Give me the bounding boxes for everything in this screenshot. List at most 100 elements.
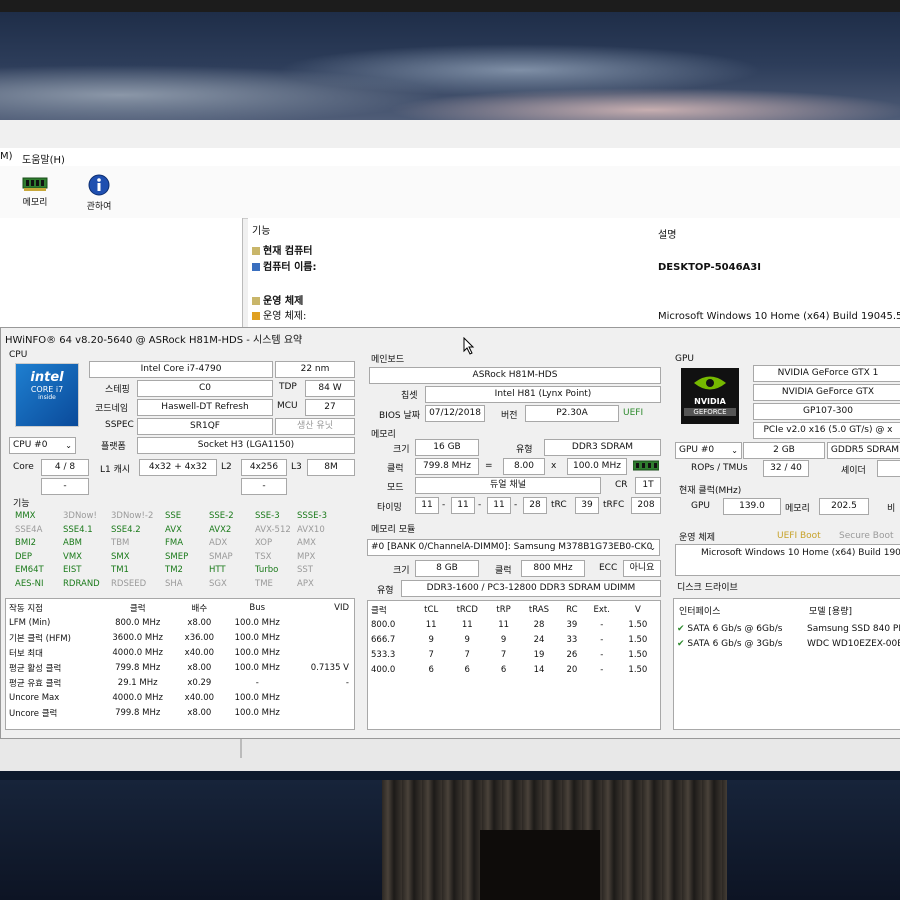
- table-row[interactable]: 666.7 9 9 9 24 33 - 1.50: [369, 632, 657, 647]
- table-row[interactable]: 533.3 7 7 7 19 26 - 1.50: [369, 647, 657, 662]
- gpu-select[interactable]: GPU #0 ⌄: [675, 442, 742, 459]
- table-row[interactable]: 평균 활성 클럭 799.8 MHz x8.00 100.0 MHz 0.7135 V: [7, 660, 351, 675]
- bios-date-label: BIOS 날짜: [379, 411, 421, 421]
- table-header-cell[interactable]: Bus: [223, 600, 292, 615]
- timing-tras: 28: [523, 497, 547, 514]
- cpu-feature-flag: ADX: [209, 538, 228, 548]
- gpu-vram-type: GDDR5 SDRAM: [827, 442, 900, 459]
- disk-table-frame: [673, 598, 900, 730]
- tree-item-os[interactable]: 운영 체제: [252, 292, 303, 307]
- l2-label: L2: [221, 462, 232, 472]
- l3-label: L3: [291, 462, 302, 472]
- table-header-row: 작동 지점 클럭 배수 Bus VID: [7, 600, 351, 615]
- table-cell: 28: [533, 619, 545, 630]
- nvidia-geforce-logo: NVIDIA GEFORCE: [681, 368, 739, 424]
- table-header-cell[interactable]: tCL: [416, 602, 446, 617]
- l1-value: 4x32 + 4x32: [139, 459, 217, 476]
- table-header-cell[interactable]: 클럭: [369, 602, 416, 617]
- disk-col-interface: 인터페이스: [679, 607, 721, 617]
- table-header-cell[interactable]: Ext.: [585, 602, 619, 617]
- cpu-clock-table: 작동 지점 클럭 배수 Bus VID LFM (Min) 800.0 MHz x8.00 10…: [7, 600, 351, 720]
- disk-col-model: 모델 [용량]: [809, 607, 853, 617]
- cpu-feature-flag: TSX: [255, 551, 272, 562]
- table-cell: 7: [428, 649, 434, 660]
- platform-label: 플랫폼: [101, 442, 126, 452]
- cpu-select[interactable]: CPU #0 ⌄: [9, 437, 76, 454]
- table-header-cell[interactable]: V: [619, 602, 657, 617]
- menu-item-help[interactable]: 도움말(H): [22, 151, 65, 166]
- table-row[interactable]: 터보 최대 4000.0 MHz x40.00 100.0 MHz: [7, 645, 351, 660]
- memory-module-select[interactable]: #0 [BANK 0/ChannelA-DIMM0]: Samsung M378…: [367, 539, 660, 556]
- cpu-feature-flag: AVX-512: [255, 524, 291, 535]
- bios-date-value: 07/12/2018: [425, 405, 485, 422]
- gpu-mem-clock-label: 메모리: [785, 504, 810, 514]
- cpu-feature-flag: XOP: [255, 538, 273, 548]
- cpu-feature-flag: SSE4.2: [111, 524, 141, 535]
- table-header-cell[interactable]: RC: [559, 602, 585, 617]
- cpu-feature-flag: SSE4A: [15, 524, 43, 535]
- table-row[interactable]: Uncore 클럭 799.8 MHz x8.00 100.0 MHz: [7, 705, 351, 720]
- cpu-name: Intel Core i7-4790: [89, 361, 273, 378]
- cpu-process-node: 22 nm: [275, 361, 355, 378]
- cpu-feature-flag: SSSE-3: [297, 511, 328, 521]
- info-icon: [88, 174, 110, 196]
- table-cell: 100.0 MHz: [234, 662, 280, 673]
- disk-row[interactable]: ✔ SATA 6 Gb/s @ 3Gb/s: [677, 639, 782, 649]
- cpu-feature-flag: SHA: [165, 578, 183, 589]
- table-header-cell[interactable]: 클럭: [99, 600, 176, 615]
- mem-type-value: DDR3 SDRAM: [544, 439, 661, 456]
- gpu-section-header: GPU: [675, 354, 694, 364]
- chipset-label: 칩셋: [401, 391, 418, 401]
- table-cell: -: [600, 649, 604, 660]
- cpu-feature-flag: HTT: [209, 565, 226, 575]
- table-row[interactable]: 평균 유효 클럭 29.1 MHz x0.29 - -: [7, 675, 351, 690]
- description-column-header[interactable]: 설명: [658, 226, 676, 241]
- tree-item-current-computer[interactable]: 현재 컴퓨터: [252, 242, 312, 257]
- table-cell: 19: [533, 649, 545, 660]
- table-row[interactable]: 400.0 6 6 6 14 20 - 1.50: [369, 662, 657, 677]
- sspec-value: SR1QF: [137, 418, 273, 435]
- table-cell: 9: [428, 634, 434, 645]
- mem-clock-label: 클럭: [387, 464, 404, 474]
- disk-row[interactable]: ✔ SATA 6 Gb/s @ 6Gb/s: [677, 624, 782, 634]
- tree-item-computer-name[interactable]: 컴퓨터 이름:: [252, 258, 316, 273]
- feature-column-header[interactable]: 기능: [252, 222, 270, 237]
- shader-value: [877, 460, 900, 477]
- gpu-subname: NVIDIA GeForce GTX: [753, 384, 900, 401]
- table-header-cell[interactable]: 작동 지점: [7, 600, 99, 615]
- table-header-cell[interactable]: VID: [292, 600, 351, 615]
- secure-boot-badge: Secure Boot: [839, 531, 894, 541]
- tree-item-os-detail[interactable]: 운영 체제:: [252, 307, 306, 322]
- bios-version-value: P2.30A: [525, 405, 619, 422]
- mcu-label: MCU: [277, 401, 298, 411]
- cpu-feature-flag: SMAP: [209, 551, 233, 562]
- chevron-down-icon: ⌄: [731, 446, 738, 455]
- table-header-cell[interactable]: 배수: [176, 600, 223, 615]
- table-cell: 터보 최대: [9, 648, 43, 659]
- gpu-name: NVIDIA GeForce GTX 1: [753, 365, 900, 382]
- table-row[interactable]: 기본 클럭 (HFM) 3600.0 MHz x36.00 100.0 MHz: [7, 630, 351, 645]
- table-row[interactable]: 800.0 11 11 11 28 39 - 1.50: [369, 617, 657, 632]
- stepping-label: 스테핑: [105, 385, 130, 395]
- monitor-bezel: [0, 0, 900, 12]
- memory-button[interactable]: 메모리: [12, 174, 58, 208]
- mem-size-label: 크기: [393, 445, 410, 455]
- mobo-name: ASRock H81M-HDS: [369, 367, 661, 384]
- table-row[interactable]: LFM (Min) 800.0 MHz x8.00 100.0 MHz: [7, 615, 351, 630]
- desktop-wallpaper-sky: [0, 0, 900, 130]
- about-button[interactable]: 관하여: [76, 174, 122, 212]
- table-header-cell[interactable]: tRCD: [446, 602, 488, 617]
- gpu-vram: 2 GB: [743, 442, 825, 459]
- table-header-cell[interactable]: tRAS: [519, 602, 559, 617]
- cpu-feature-flag: SGX: [209, 578, 227, 589]
- table-header-cell[interactable]: tRP: [488, 602, 519, 617]
- table-cell: 1.50: [628, 664, 648, 675]
- table-cell: x40.00: [184, 647, 215, 658]
- cpu-feature-flag: SSE-2: [209, 511, 234, 521]
- trc-value: 39: [575, 497, 599, 514]
- module-clock-label: 클럭: [495, 566, 512, 576]
- table-cell: 24: [533, 634, 545, 645]
- table-row[interactable]: Uncore Max 4000.0 MHz x40.00 100.0 MHz: [7, 690, 351, 705]
- menu-item-monitor[interactable]: M): [0, 151, 13, 162]
- table-cell: 0.7135 V: [310, 662, 349, 673]
